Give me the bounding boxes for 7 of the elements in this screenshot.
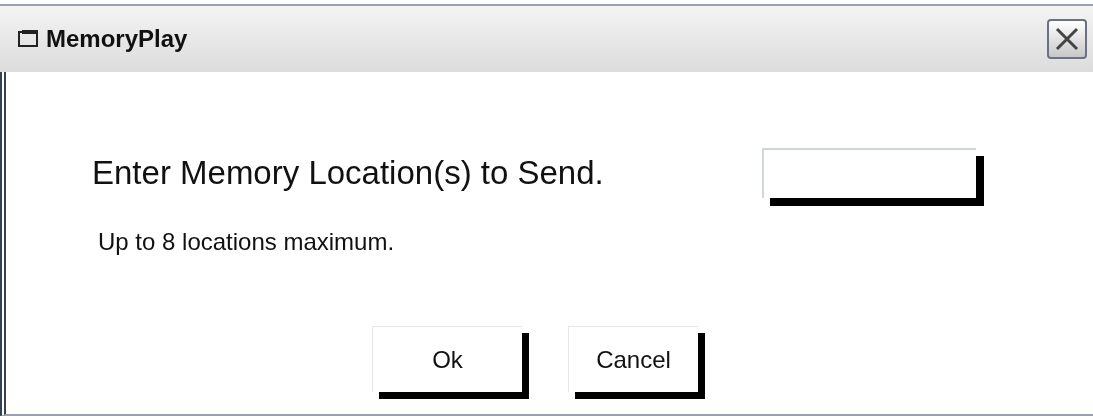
close-button[interactable] <box>1047 19 1087 59</box>
window-title: MemoryPlay <box>46 24 188 54</box>
close-icon <box>1054 26 1080 52</box>
prompt-label: Enter Memory Location(s) to Send. <box>92 153 605 194</box>
hint-label: Up to 8 locations maximum. <box>98 227 396 257</box>
window-icon <box>18 29 40 49</box>
location-field[interactable] <box>762 148 976 198</box>
